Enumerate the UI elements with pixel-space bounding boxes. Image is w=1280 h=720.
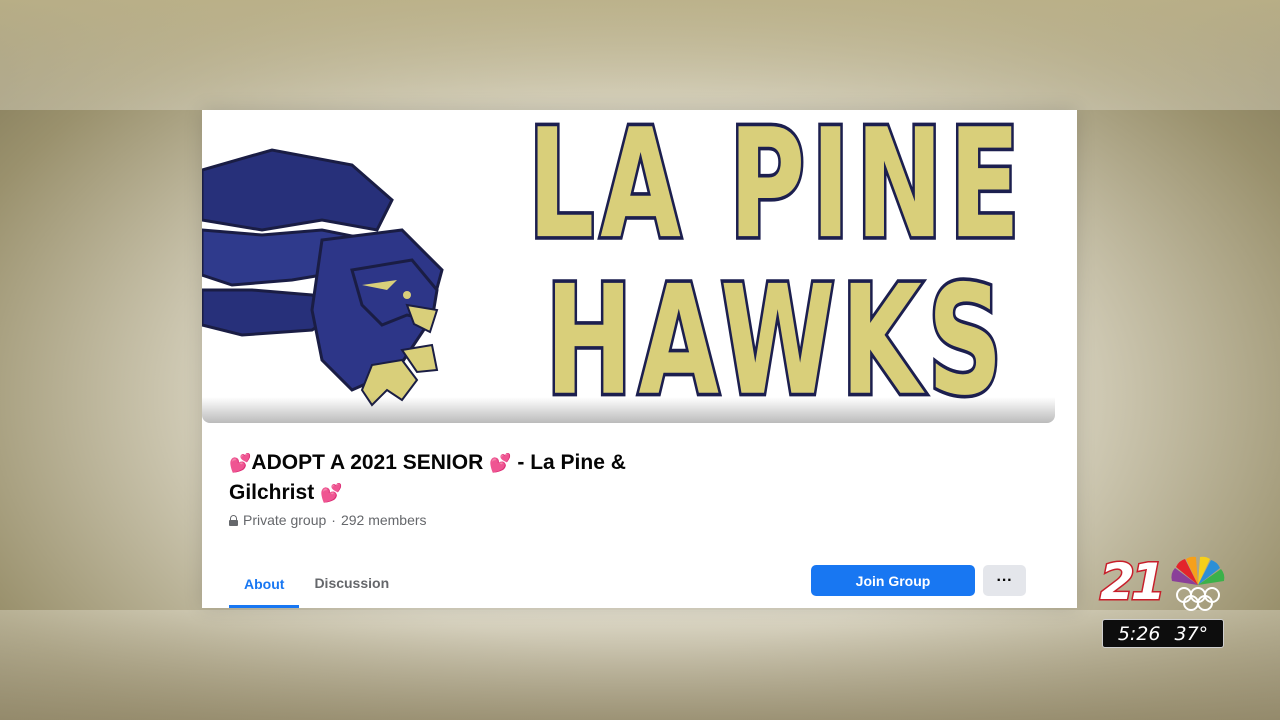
group-title-main: ADOPT A 2021 SENIOR <box>251 451 484 474</box>
cover-photo: LA PINE HAWKS <box>202 110 1055 423</box>
member-count: 292 members <box>340 512 427 528</box>
privacy-label: Private group <box>243 512 327 528</box>
group-page-card: LA PINE HAWKS 💕ADOPT A 2021 SENIOR 💕 - L… <box>202 110 1077 608</box>
group-meta: Private group · 292 members <box>229 512 427 528</box>
station-logo: 21 <box>1099 552 1228 617</box>
tab-discussion[interactable]: Discussion <box>299 560 404 606</box>
meta-separator: · <box>331 512 336 528</box>
tab-about[interactable]: About <box>229 560 300 608</box>
lock-icon <box>229 514 238 526</box>
two-hearts-icon: 💕 <box>320 483 343 503</box>
background-blur-top <box>0 0 1280 110</box>
more-options-button[interactable]: ··· <box>983 565 1026 596</box>
group-title: 💕ADOPT A 2021 SENIOR 💕 - La Pine & Gilch… <box>229 448 649 508</box>
two-hearts-icon: 💕 <box>229 453 252 473</box>
background-blur-bottom <box>0 610 1280 720</box>
clock-time: 5:26 <box>1117 622 1161 645</box>
two-hearts-icon: 💕 <box>489 453 512 473</box>
join-group-button[interactable]: Join Group <box>811 565 975 596</box>
group-tabs: About Discussion <box>229 560 404 608</box>
channel-number: 21 <box>1099 552 1168 613</box>
peacock-rings-icon <box>1171 556 1225 611</box>
temperature: 37° <box>1174 622 1209 645</box>
cover-title: LA PINE HAWKS <box>492 110 1055 423</box>
hawk-mascot-image <box>202 148 444 407</box>
cover-bottom-shadow <box>202 397 1055 423</box>
cover-title-line1: LA PINE <box>526 110 1026 273</box>
time-temperature-bug: 5:26 37° <box>1102 619 1224 648</box>
